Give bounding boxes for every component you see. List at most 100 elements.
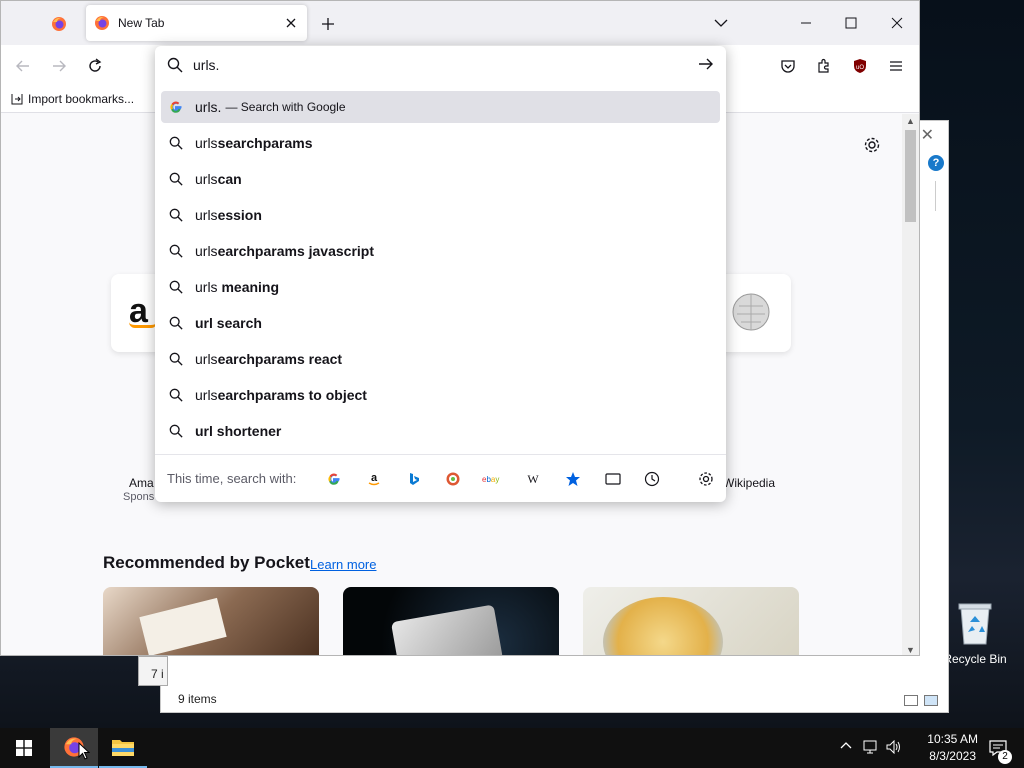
svg-text:a: a (371, 472, 378, 484)
svg-text:uO: uO (856, 65, 864, 71)
search-icon (168, 423, 184, 439)
import-bookmarks-button[interactable]: Import bookmarks... (11, 92, 134, 106)
search-settings-gear-icon[interactable] (686, 464, 726, 494)
volume-icon[interactable] (886, 740, 902, 754)
import-icon (11, 93, 23, 105)
suggestion-row[interactable]: urls meaning (161, 271, 720, 303)
import-bookmarks-label: Import bookmarks... (28, 92, 135, 106)
pinned-tab[interactable] (43, 9, 75, 39)
windows-logo-icon (16, 740, 32, 756)
urlbar[interactable] (155, 46, 726, 84)
suggestion-row[interactable]: url search (161, 307, 720, 339)
scroll-up-icon[interactable]: ▲ (906, 116, 915, 126)
suggestion-row[interactable]: urls can (161, 163, 720, 195)
duckduckgo-icon[interactable] (434, 464, 474, 494)
suggestion-prefix: urls (195, 171, 218, 187)
wikipedia-globe-icon (731, 292, 771, 332)
suggestion-row[interactable]: urls searchparams (161, 127, 720, 159)
card-image-credit-card (390, 604, 504, 655)
urlbar-input[interactable] (193, 57, 663, 73)
wikipedia-icon[interactable]: W (513, 464, 553, 494)
maximize-button[interactable] (839, 11, 863, 35)
tab-close-icon[interactable] (283, 15, 299, 31)
go-arrow-icon[interactable] (698, 56, 714, 72)
amazon-icon[interactable]: a (354, 464, 394, 494)
bing-icon[interactable] (394, 464, 434, 494)
back-button[interactable] (11, 54, 35, 78)
search-icon (168, 207, 184, 223)
suggestion-prefix: urls (195, 351, 218, 367)
scroll-down-icon[interactable]: ▼ (906, 645, 915, 655)
scrollbar[interactable]: ▲ ▼ (902, 114, 919, 655)
suggestion-row[interactable]: urls earchparams react (161, 343, 720, 375)
list-all-tabs-icon[interactable] (713, 15, 729, 31)
google-icon[interactable] (314, 464, 354, 494)
minimize-button[interactable] (794, 11, 818, 35)
shortcut-label: Ama (129, 476, 154, 490)
scroll-thumb[interactable] (905, 130, 916, 222)
suggestion-row[interactable]: url shortener (161, 415, 720, 447)
start-button[interactable] (0, 728, 48, 768)
gear-icon[interactable] (863, 136, 881, 154)
recycle-bin[interactable]: Recycle Bin (940, 600, 1010, 666)
item-count: 9 items (178, 692, 217, 706)
pocket-heading: Recommended by Pocket (103, 553, 310, 572)
firefox-icon (51, 16, 67, 32)
suggestion-prefix: urls (195, 387, 218, 403)
ublock-origin-icon[interactable]: uO (848, 54, 872, 78)
forward-button[interactable] (47, 54, 71, 78)
suggestion-prefix: urls (195, 135, 218, 151)
pocket-card[interactable] (103, 587, 319, 655)
suggestion-row[interactable]: urls. — Search with Google (161, 91, 720, 123)
learn-more-link[interactable]: Learn more (310, 557, 376, 572)
pocket-card[interactable] (343, 587, 559, 655)
close-icon[interactable]: ✕ (921, 125, 934, 145)
close-button[interactable] (885, 11, 909, 35)
reload-button[interactable] (83, 54, 107, 78)
explorer-tooltip: 7 i (138, 656, 168, 686)
menu-icon[interactable] (884, 54, 908, 78)
search-icon (168, 351, 184, 367)
suggestion-completion: can (217, 171, 242, 187)
pocket-icon[interactable] (776, 54, 800, 78)
tab-new-tab[interactable]: New Tab (86, 5, 307, 41)
tabs-icon[interactable] (593, 464, 633, 494)
large-icons-view-icon[interactable] (924, 695, 938, 706)
suggestion-prefix: urls (195, 279, 222, 295)
amazon-smile-icon (129, 322, 157, 328)
pocket-card[interactable] (583, 587, 799, 655)
help-icon[interactable]: ? (928, 155, 944, 171)
history-clock-icon[interactable] (632, 464, 672, 494)
network-icon[interactable] (863, 740, 879, 754)
search-icon (168, 315, 184, 331)
clock[interactable]: 10:35 AM 8/3/2023 (927, 731, 978, 765)
suggestion-completion: earchparams javascript (217, 243, 374, 259)
suggestion-completion: url shortener (195, 423, 282, 439)
suggestion-completion: earchparams to object (217, 387, 367, 403)
suggestion-row[interactable]: urls ession (161, 199, 720, 231)
firefox-icon (94, 15, 110, 31)
notification-count-badge: 2 (998, 750, 1012, 764)
details-view-icon[interactable] (904, 695, 918, 706)
suggestion-row[interactable]: urls earchparams to object (161, 379, 720, 411)
bookmarks-star-icon[interactable] (553, 464, 593, 494)
mouse-cursor-icon (78, 742, 90, 760)
suggestion-row[interactable]: urls earchparams javascript (161, 235, 720, 267)
taskbar-firefox[interactable] (50, 728, 98, 768)
urlbar-popup: urls. — Search with Google urlssearchpar… (155, 46, 726, 502)
show-hidden-icons-icon[interactable] (840, 740, 852, 752)
suggestion-completion: meaning (221, 279, 280, 295)
suggestion-prefix: urls (195, 243, 218, 259)
clock-time: 10:35 AM (927, 732, 978, 746)
action-center-button[interactable]: 2 (978, 728, 1018, 768)
tooltip-text: 7 i (151, 667, 164, 681)
explorer-divider (935, 181, 936, 211)
new-tab-button[interactable] (317, 13, 339, 35)
taskbar-file-explorer[interactable] (99, 728, 147, 768)
suggestion-action: — Search with Google (225, 100, 346, 114)
search-icon (168, 279, 184, 295)
search-icon (168, 387, 184, 403)
ebay-icon[interactable]: ebay (473, 464, 513, 494)
recycle-bin-label: Recycle Bin (943, 652, 1007, 666)
extensions-icon[interactable] (812, 54, 836, 78)
